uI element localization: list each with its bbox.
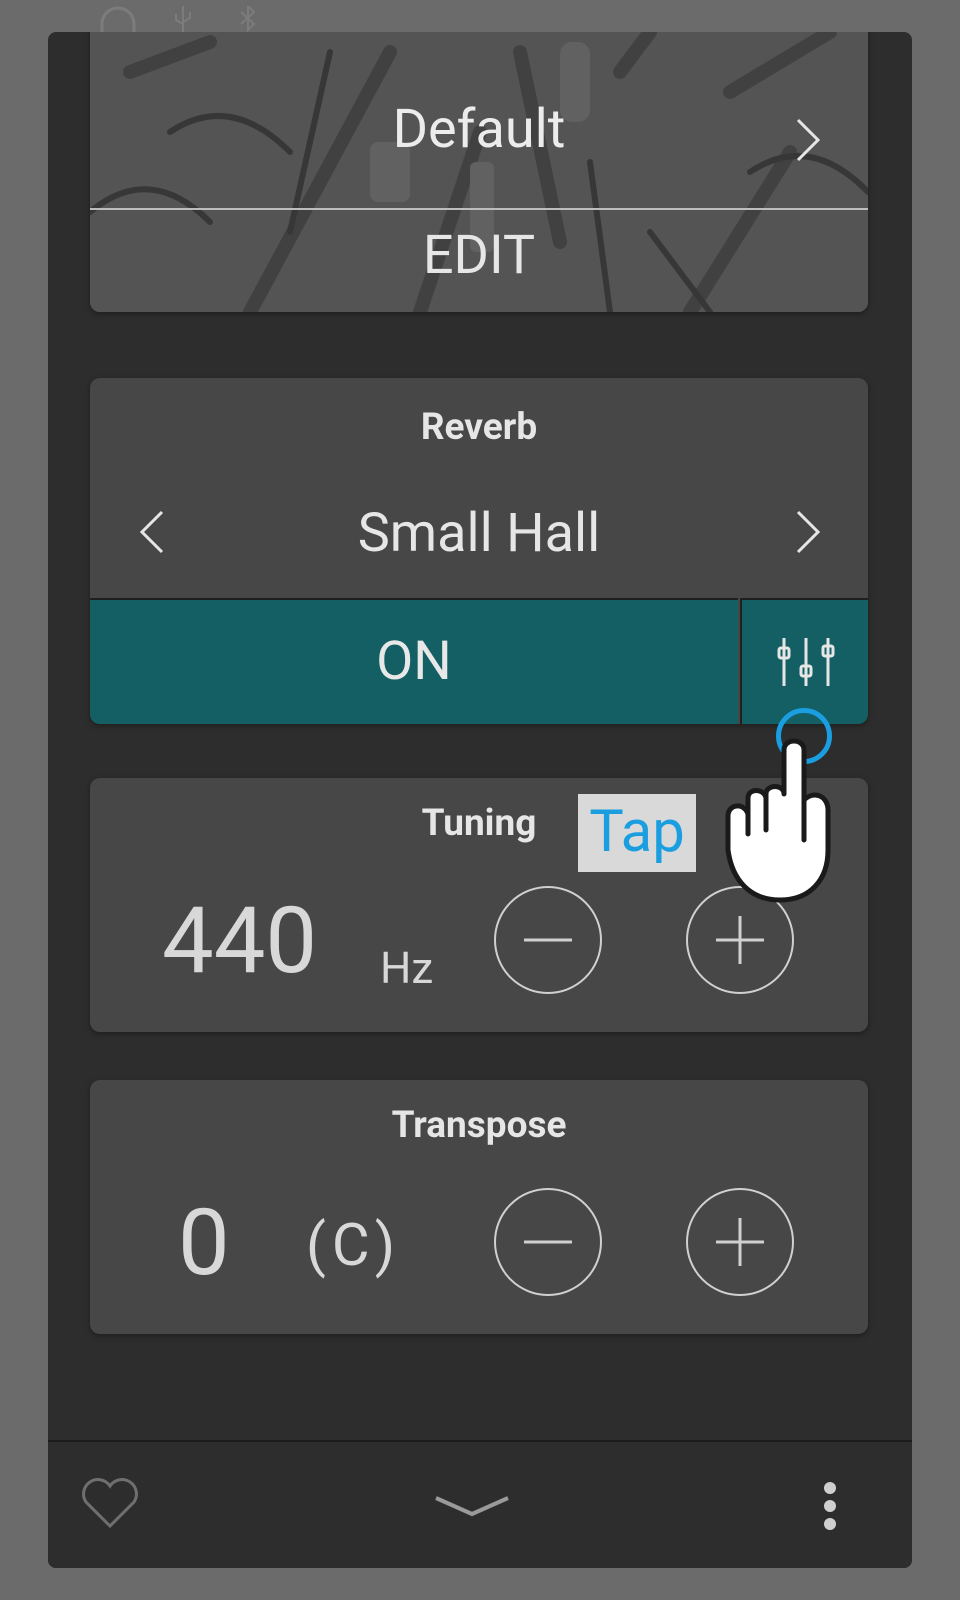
heart-icon[interactable]: [78, 1476, 142, 1536]
reverb-on-toggle[interactable]: ON: [90, 598, 738, 724]
minus-icon: [524, 938, 572, 942]
transpose-decrease-button[interactable]: [494, 1188, 602, 1296]
chevron-right-icon[interactable]: [792, 508, 824, 560]
transpose-value: 0: [178, 1190, 230, 1297]
chevron-down-icon[interactable]: [432, 1492, 512, 1524]
transpose-title: Transpose: [391, 1104, 567, 1147]
bottom-bar: [48, 1440, 912, 1568]
reverb-type-value: Small Hall: [357, 502, 601, 565]
reverb-toggle-label: ON: [376, 630, 452, 693]
reverb-card: Reverb Small Hall ON: [90, 378, 868, 724]
divider: [90, 208, 868, 210]
transpose-key: (C): [306, 1212, 402, 1280]
transpose-card: Transpose 0 (C): [90, 1080, 868, 1334]
sliders-icon: [777, 638, 835, 686]
tuning-unit: Hz: [380, 942, 434, 994]
virtual-technician-card[interactable]: Virtual Technician Default EDIT: [90, 32, 868, 312]
more-vertical-icon[interactable]: [820, 1482, 840, 1536]
plus-icon: [716, 1218, 764, 1266]
edit-button[interactable]: EDIT: [90, 224, 868, 287]
chevron-right-icon[interactable]: [792, 116, 824, 168]
tap-hint-label: Tap: [578, 794, 696, 872]
pointing-hand-icon: [710, 730, 840, 914]
reverb-settings-button[interactable]: [740, 598, 868, 724]
tuning-value: 440: [162, 888, 318, 995]
virtual-technician-value: Default: [392, 98, 566, 161]
reverb-title: Reverb: [420, 406, 538, 449]
tuning-decrease-button[interactable]: [494, 886, 602, 994]
virtual-technician-title: Virtual Technician: [90, 32, 868, 40]
transpose-increase-button[interactable]: [686, 1188, 794, 1296]
minus-icon: [524, 1240, 572, 1244]
